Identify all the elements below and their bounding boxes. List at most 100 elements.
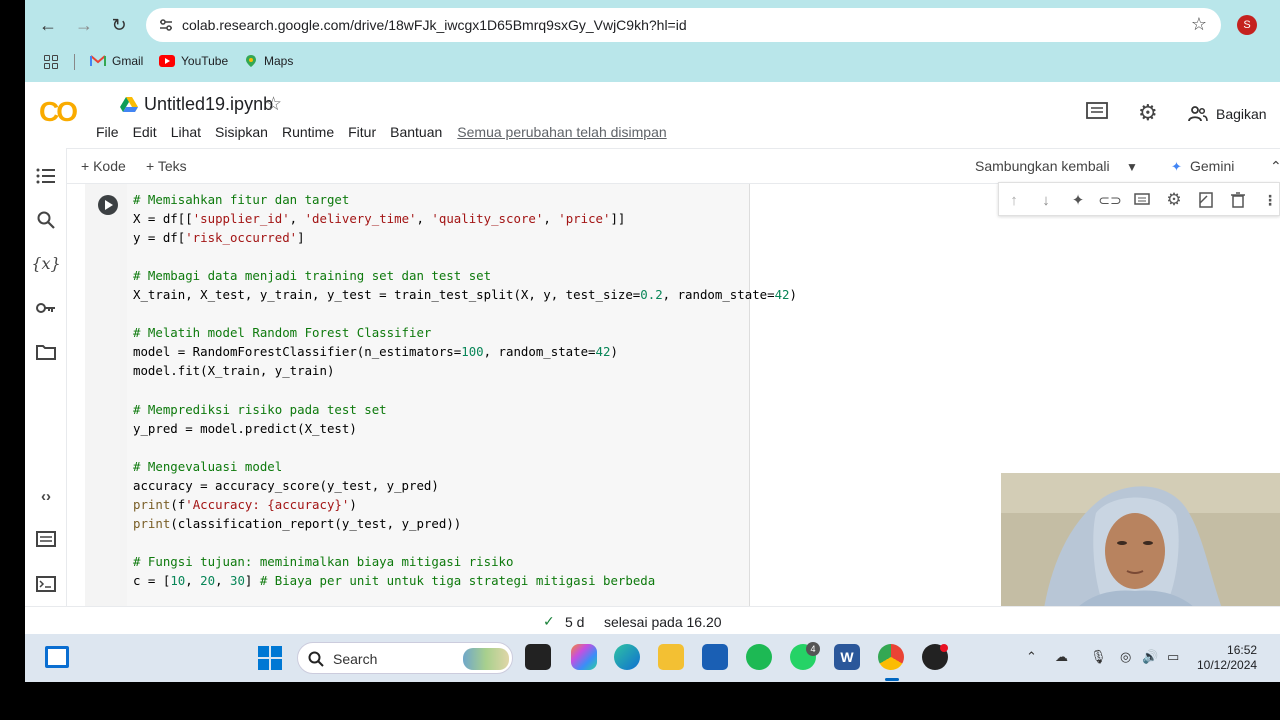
recording-dot bbox=[940, 644, 948, 652]
volume-icon[interactable]: 🔊 bbox=[1142, 649, 1158, 665]
start-windows-icon[interactable] bbox=[258, 646, 282, 670]
code-line[interactable]: print(classification_report(y_test, y_pr… bbox=[133, 514, 797, 533]
copilot-icon[interactable] bbox=[571, 644, 597, 670]
move-down-icon[interactable]: ↓ bbox=[1036, 190, 1056, 210]
reconnect-button[interactable]: Sambungkan kembali bbox=[975, 158, 1110, 174]
add-text-button[interactable]: + Teks bbox=[146, 158, 187, 174]
code-line[interactable]: model.fit(X_train, y_train) bbox=[133, 361, 797, 380]
taskbar-search-box[interactable]: Search bbox=[297, 642, 513, 674]
bookmark-gmail[interactable]: Gmail bbox=[90, 54, 143, 68]
side-rail: {x} ‹› bbox=[25, 148, 67, 606]
bookmark-star-icon[interactable]: ☆ bbox=[1191, 14, 1207, 35]
code-lines[interactable]: # Memisahkan fitur dan target X = df[['su… bbox=[133, 190, 797, 590]
menu-view[interactable]: Lihat bbox=[171, 124, 201, 140]
folder-icon[interactable] bbox=[35, 341, 57, 363]
tray-chevron-icon[interactable]: ⌃ bbox=[1026, 649, 1037, 665]
task-view-icon[interactable] bbox=[525, 644, 551, 670]
notebook-title[interactable]: Untitled19.ipynb bbox=[120, 94, 273, 115]
chrome-icon[interactable] bbox=[878, 644, 904, 670]
battery-icon[interactable]: ▭ bbox=[1167, 649, 1179, 665]
reload-icon[interactable]: ↻ bbox=[106, 12, 132, 38]
code-snippets-icon[interactable]: ‹› bbox=[35, 485, 57, 507]
notebook-title-text[interactable]: Untitled19.ipynb bbox=[144, 94, 273, 115]
chevron-down-icon[interactable]: ▼ bbox=[1126, 160, 1138, 174]
url-text[interactable]: colab.research.google.com/drive/18wFJk_i… bbox=[182, 17, 687, 33]
execution-status-text[interactable]: selesai pada 16.20 bbox=[604, 614, 722, 630]
code-line[interactable] bbox=[133, 533, 797, 552]
comments-icon[interactable] bbox=[1086, 102, 1108, 128]
bookmark-maps[interactable]: Maps bbox=[244, 54, 293, 68]
menu-tools[interactable]: Fitur bbox=[348, 124, 376, 140]
system-clock[interactable]: 16:52 10/12/2024 bbox=[1197, 643, 1257, 673]
menu-runtime[interactable]: Runtime bbox=[282, 124, 334, 140]
colab-header: CO Untitled19.ipynb ☆ File Edit Lihat Si… bbox=[25, 82, 1280, 148]
address-bar[interactable]: colab.research.google.com/drive/18wFJk_i… bbox=[146, 8, 1221, 42]
code-line[interactable]: X = df[['supplier_id', 'delivery_time', … bbox=[133, 209, 797, 228]
code-line[interactable]: model = RandomForestClassifier(n_estimat… bbox=[133, 342, 797, 361]
add-code-button[interactable]: + Kode bbox=[81, 158, 126, 174]
command-palette-icon[interactable] bbox=[35, 528, 57, 550]
profile-avatar[interactable]: S bbox=[1237, 15, 1257, 35]
delete-icon[interactable] bbox=[1228, 190, 1248, 210]
site-info-icon[interactable] bbox=[158, 17, 174, 33]
code-line[interactable]: # Membagi data menjadi training set dan … bbox=[133, 266, 797, 285]
gemini-button[interactable]: Gemini bbox=[1190, 158, 1234, 174]
table-of-contents-icon[interactable] bbox=[35, 165, 57, 187]
star-icon[interactable]: ☆ bbox=[265, 93, 282, 116]
code-line[interactable] bbox=[133, 304, 797, 323]
code-line[interactable]: y = df['risk_occurred'] bbox=[133, 228, 797, 247]
code-line[interactable] bbox=[133, 247, 797, 266]
more-vert-icon[interactable]: ⋮ bbox=[1260, 190, 1280, 210]
collapse-chevron-icon[interactable]: ⌃ bbox=[1270, 158, 1280, 175]
code-line[interactable] bbox=[133, 438, 797, 457]
widgets-icon[interactable] bbox=[45, 646, 69, 668]
code-line[interactable] bbox=[133, 380, 797, 399]
link-icon[interactable]: ⊂⊃ bbox=[1098, 190, 1121, 210]
word-icon[interactable]: W bbox=[834, 644, 860, 670]
bookmark-youtube[interactable]: YouTube bbox=[159, 54, 228, 68]
code-line[interactable]: accuracy = accuracy_score(y_test, y_pred… bbox=[133, 476, 797, 495]
file-explorer-icon[interactable] bbox=[658, 644, 684, 670]
terminal-icon[interactable] bbox=[35, 573, 57, 595]
run-cell-button[interactable] bbox=[98, 195, 118, 215]
variables-icon[interactable]: {x} bbox=[31, 252, 60, 274]
menu-insert[interactable]: Sisipkan bbox=[215, 124, 268, 140]
gemini-sparkle-icon: ✦ bbox=[1171, 159, 1182, 174]
gear-icon[interactable]: ⚙ bbox=[1164, 190, 1184, 210]
code-line[interactable]: # Mengevaluasi model bbox=[133, 457, 797, 476]
microphone-icon[interactable]: 🎙 bbox=[1090, 649, 1107, 665]
code-line[interactable]: print(f'Accuracy: {accuracy}') bbox=[133, 495, 797, 514]
code-cell-editor[interactable]: # Memisahkan fitur dan target X = df[['su… bbox=[127, 184, 797, 606]
code-line[interactable]: # Memprediksi risiko pada test set bbox=[133, 400, 797, 419]
gemini-sparkle-icon[interactable]: ✦ bbox=[1068, 190, 1088, 210]
save-status-link[interactable]: Semua perubahan telah disimpan bbox=[457, 124, 666, 140]
code-line[interactable]: # Memisahkan fitur dan target bbox=[133, 190, 797, 209]
search-highlight-image bbox=[463, 648, 509, 670]
code-line[interactable]: y_pred = model.predict(X_test) bbox=[133, 419, 797, 438]
back-icon[interactable]: ← bbox=[35, 12, 61, 38]
network-icon[interactable]: ◎ bbox=[1120, 649, 1131, 665]
forward-icon[interactable]: → bbox=[71, 12, 97, 38]
code-line[interactable]: # Melatih model Random Forest Classifier bbox=[133, 323, 797, 342]
key-icon[interactable] bbox=[35, 297, 57, 319]
settings-gear-icon[interactable]: ⚙ bbox=[1138, 100, 1158, 126]
mirror-cell-icon[interactable] bbox=[1196, 190, 1216, 210]
menu-help[interactable]: Bantuan bbox=[390, 124, 442, 140]
cloud-icon[interactable]: ☁ bbox=[1055, 649, 1068, 665]
ms-store-icon[interactable] bbox=[702, 644, 728, 670]
gmail-icon bbox=[90, 55, 106, 66]
search-icon[interactable] bbox=[35, 209, 57, 231]
colab-logo[interactable]: CO bbox=[39, 96, 78, 128]
code-line[interactable]: c = [10, 20, 30] # Biaya per unit untuk … bbox=[133, 571, 797, 590]
code-line[interactable]: X_train, X_test, y_train, y_test = train… bbox=[133, 285, 797, 304]
comment-icon[interactable] bbox=[1132, 190, 1152, 210]
menu-edit[interactable]: Edit bbox=[133, 124, 157, 140]
menu-file[interactable]: File bbox=[96, 124, 119, 140]
apps-grid-icon[interactable] bbox=[44, 55, 58, 69]
spotify-icon[interactable] bbox=[746, 644, 772, 670]
code-line[interactable]: # Fungsi tujuan: meminimalkan biaya miti… bbox=[133, 552, 797, 571]
move-up-icon[interactable]: ↑ bbox=[1004, 190, 1024, 210]
status-bar: ✓ 5 d selesai pada 16.20 bbox=[25, 606, 1280, 634]
share-button[interactable]: Bagikan bbox=[1188, 106, 1267, 122]
edge-icon[interactable] bbox=[614, 644, 640, 670]
